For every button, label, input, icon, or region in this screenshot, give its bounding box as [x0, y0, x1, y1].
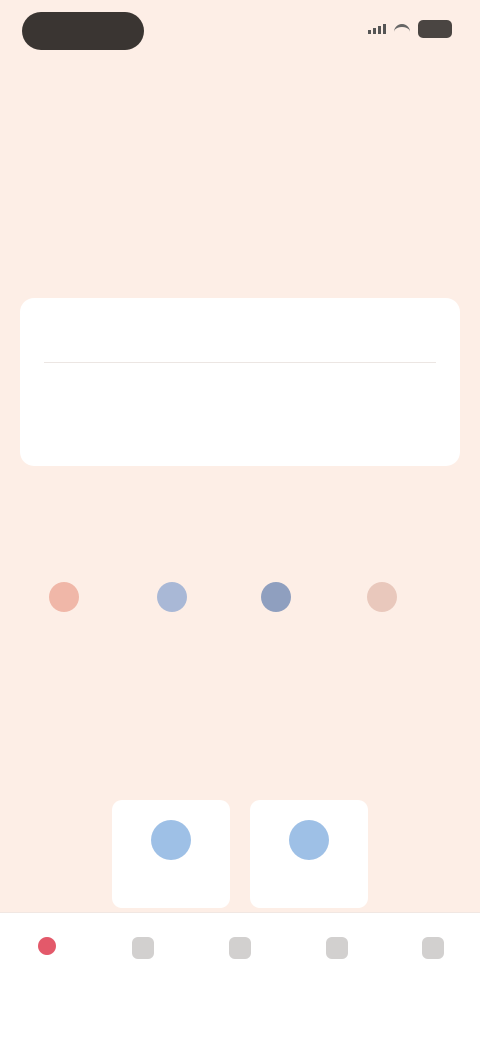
quick-item-1[interactable]	[34, 582, 94, 624]
info-card	[20, 298, 460, 466]
tab-home[interactable]	[12, 937, 82, 967]
profile-icon	[289, 820, 329, 860]
list-icon	[229, 937, 251, 959]
status-time-pill	[22, 12, 144, 50]
quick-item-4[interactable]	[352, 582, 412, 624]
user-icon	[157, 582, 187, 612]
profile-icon	[422, 937, 444, 959]
quick-actions	[0, 582, 480, 652]
battery-icon	[418, 20, 452, 38]
service-tile-2[interactable]	[250, 800, 368, 908]
profile-icon	[151, 820, 191, 860]
user-icon	[49, 582, 79, 612]
user-icon	[261, 582, 291, 612]
service-tile-1[interactable]	[112, 800, 230, 908]
status-bar	[0, 0, 480, 64]
tab-2[interactable]	[108, 937, 178, 971]
quick-item-3[interactable]	[246, 582, 306, 624]
card-divider	[44, 362, 436, 363]
wifi-icon	[394, 24, 410, 34]
tab-3[interactable]	[205, 937, 275, 971]
chat-icon	[326, 937, 348, 959]
tab-4[interactable]	[302, 937, 372, 971]
signal-icon	[368, 24, 386, 34]
hero-section	[0, 80, 480, 108]
home-icon	[38, 937, 56, 955]
tab-5[interactable]	[398, 937, 468, 971]
grid-icon	[132, 937, 154, 959]
status-indicators	[368, 20, 452, 38]
quick-item-2[interactable]	[142, 582, 202, 624]
bottom-tab-bar	[0, 912, 480, 1040]
card-action-button[interactable]	[90, 410, 390, 438]
user-icon	[367, 582, 397, 612]
